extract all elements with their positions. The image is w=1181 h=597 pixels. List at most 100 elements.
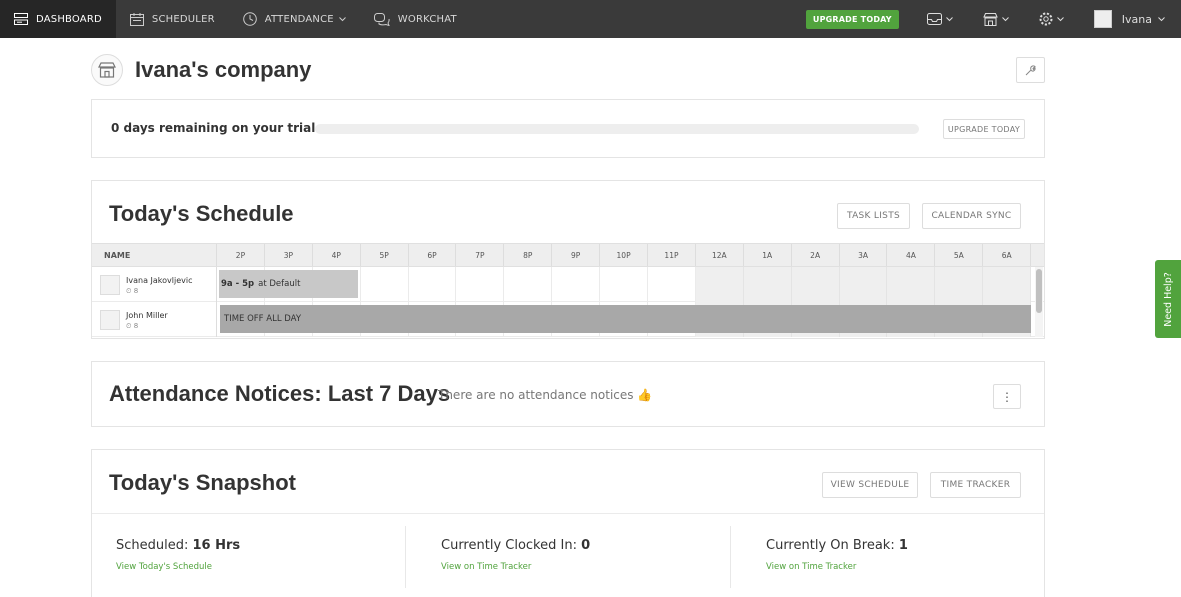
hour-column-header: 4P [313,244,361,266]
trial-remaining-text: 0 days remaining on your trial [111,121,316,135]
hour-column-header: 6P [409,244,457,266]
nav-attendance-label: ATTENDANCE [264,13,334,25]
company-logo [91,54,123,86]
clock-icon: ⏲ [126,287,132,295]
stat-label: Scheduled: 16 Hrs [116,538,405,553]
employee-hours-value: 8 [133,287,139,295]
nav-workchat[interactable]: WORKCHAT [360,0,471,38]
settings-menu[interactable] [1039,12,1064,26]
upgrade-today-button[interactable]: UPGRADE TODAY [805,9,899,29]
attendance-menu-button[interactable]: ⋮ [993,384,1021,409]
shift-block[interactable]: 9a - 5p at Default [219,270,358,298]
nav-dashboard-label: DASHBOARD [36,13,102,25]
calendar-sync-button[interactable]: CALENDAR SYNC [922,203,1021,229]
hour-column-header: 9P [552,244,601,266]
hour-cell[interactable] [695,267,744,302]
view-on-time-tracker-link[interactable]: View on Time Tracker [766,562,1044,572]
employee-cell[interactable]: John Miller ⏲ 8 [92,302,217,337]
hour-column-header: 3A [840,244,888,266]
trial-card: 0 days remaining on your trial UPGRADE T… [91,99,1045,158]
nav-right-group: UPGRADE TODAY Ivana [805,0,1181,38]
hour-cell[interactable] [983,267,1032,302]
hour-column-header: 2P [217,244,265,266]
table-row: John Miller ⏲ 8 TIME OFF ALL DAY [92,302,1044,337]
schedule-grid-header: NAME 2P 3P 4P 5P 6P 7P 8P 9P 10P 11P 12A 1A 2A 3A 4A 5A… [92,243,1044,267]
hour-cell[interactable] [552,267,601,302]
view-todays-schedule-link[interactable]: View Today's Schedule [116,562,405,572]
nav-dashboard[interactable]: DASHBOARD [0,0,116,38]
task-lists-button[interactable]: TASK LISTS [837,203,910,229]
gear-icon [1039,12,1053,26]
snapshot-title: Today's Snapshot [109,470,296,495]
store-menu[interactable] [983,12,1009,26]
hour-cell[interactable] [743,267,792,302]
hour-cell[interactable] [456,267,505,302]
hour-column-header: 5P [361,244,409,266]
nav-scheduler-label: SCHEDULER [151,13,215,25]
stat-label: Currently Clocked In: 0 [441,538,730,553]
nav-scheduler[interactable]: SCHEDULER [116,0,229,38]
employee-hours-value: 8 [133,322,139,330]
hour-column-header: 3P [265,244,313,266]
hour-cell[interactable] [504,267,553,302]
hour-column-header: 5A [935,244,984,266]
hour-cell[interactable] [791,267,840,302]
schedule-title: Today's Schedule [109,201,294,226]
avatar [100,310,120,330]
hour-cell[interactable] [409,267,457,302]
chevron-down-icon [1158,16,1165,21]
todays-schedule-card: Today's Schedule TASK LISTS CALENDAR SYN… [91,180,1045,339]
inbox-menu[interactable] [926,13,953,25]
view-schedule-button[interactable]: VIEW SCHEDULE [822,472,918,498]
company-header: Ivana's company [91,54,1045,86]
hour-column-header: 11P [648,244,696,266]
company-name: Ivana's company [135,57,312,82]
hour-cell[interactable] [935,267,984,302]
stat-value: 1 [898,538,908,553]
stat-scheduled: Scheduled: 16 Hrs View Today's Schedule [92,526,406,588]
stat-label-text: Scheduled: [116,538,193,553]
chevron-down-icon [945,16,953,21]
need-help-tab[interactable]: Need Help? [1155,260,1181,338]
chevron-down-icon [1056,16,1064,21]
avatar [1093,10,1112,28]
attendance-title-bold: Attendance Notices: [109,381,322,406]
stat-label: Currently On Break: 1 [766,538,1044,553]
hour-column-header: 2A [792,244,840,266]
hour-cell[interactable] [839,267,888,302]
inbox-icon [926,13,942,25]
hour-column-header: 7P [456,244,505,266]
employee-hours: ⏲ 8 [126,322,138,331]
attendance-title: Attendance Notices: Last 7 Days [109,381,450,407]
hour-cell[interactable] [887,267,936,302]
nav-workchat-label: WORKCHAT [397,13,457,25]
nav-attendance[interactable]: ATTENDANCE [229,0,360,38]
trial-progress-bar [315,124,919,134]
stat-label-text: Currently Clocked In: [441,538,582,553]
hour-cell[interactable] [648,267,696,302]
hour-column-header: 8P [504,244,553,266]
view-on-time-tracker-link[interactable]: View on Time Tracker [441,562,730,572]
employee-name: John Miller [126,311,168,320]
employee-cell[interactable]: Ivana Jakovljevic ⏲ 8 [92,267,217,302]
attendance-empty-note: There are no attendance notices 👍 [438,388,653,402]
hour-column-header: 12A [696,244,744,266]
user-name: Ivana [1121,12,1152,26]
employee-name: Ivana Jakovljevic [126,276,193,285]
schedule-scrollbar-thumb[interactable] [1036,269,1042,313]
stat-clocked-in: Currently Clocked In: 0 View on Time Tra… [406,526,731,588]
time-off-block[interactable]: TIME OFF ALL DAY [220,305,1031,333]
clock-icon [242,12,257,26]
chevron-down-icon [338,16,346,21]
hour-cell[interactable] [600,267,649,302]
user-menu[interactable]: Ivana [1093,10,1165,28]
stat-label-text: Currently On Break: [766,538,899,553]
hour-cell[interactable] [361,267,409,302]
time-tracker-button[interactable]: TIME TRACKER [930,472,1021,498]
trial-upgrade-button[interactable]: UPGRADE TODAY [943,119,1025,139]
attendance-notices-card: Attendance Notices: Last 7 Days There ar… [91,361,1045,427]
hour-column-header: 1A [744,244,792,266]
stat-value: 0 [581,538,591,553]
store-icon [983,12,998,26]
edit-company-button[interactable] [1016,57,1045,83]
